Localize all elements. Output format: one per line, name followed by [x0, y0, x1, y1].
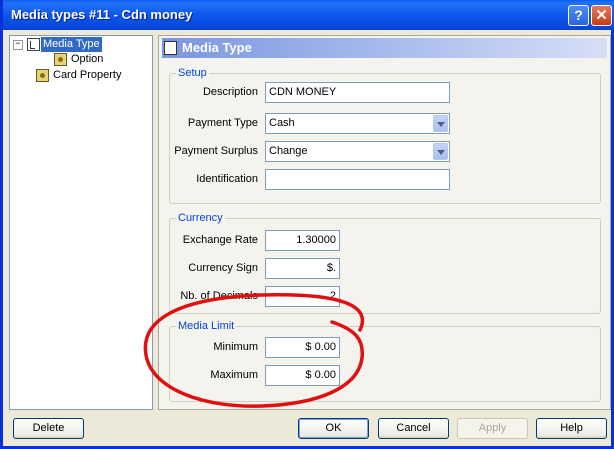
group-title: Currency [176, 212, 225, 224]
decimals-label: Nb. of Decimals [180, 290, 258, 302]
delete-button[interactable]: Delete [13, 418, 84, 439]
navigation-tree: − Media Type Option Card Property [9, 35, 153, 410]
panel-title: Media Type [182, 40, 252, 55]
identification-field[interactable] [265, 169, 450, 190]
dialog-window: Media types #11 - Cdn money ? ✕ − Media … [0, 0, 614, 449]
description-field[interactable]: CDN MONEY [265, 82, 450, 103]
description-label: Description [202, 86, 258, 98]
group-title: Media Limit [176, 320, 237, 332]
close-button[interactable]: ✕ [591, 5, 612, 26]
maximum-field[interactable]: $ 0.00 [265, 365, 340, 386]
payment-surplus-value: Change [269, 145, 308, 157]
document-icon [27, 38, 40, 51]
maximum-label: Maximum [210, 369, 258, 381]
payment-surplus-select[interactable]: Change [265, 141, 450, 162]
tree-item-label: Option [71, 53, 104, 65]
collapse-icon[interactable]: − [13, 40, 23, 50]
minimum-label: Minimum [213, 341, 258, 353]
help-title-button[interactable]: ? [568, 5, 589, 26]
exchange-rate-label: Exchange Rate [182, 234, 258, 246]
chevron-down-icon[interactable] [433, 115, 448, 132]
properties-panel: Media Type Setup Description CDN MONEY P… [158, 35, 611, 410]
ok-button[interactable]: OK [298, 418, 369, 439]
minimum-field[interactable]: $ 0.00 [265, 337, 340, 358]
card-property-icon [36, 69, 49, 82]
exchange-rate-field[interactable]: 1.30000 [265, 230, 340, 251]
payment-surplus-label: Payment Surplus [174, 145, 258, 157]
chevron-down-icon[interactable] [433, 143, 448, 160]
identification-label: Identification [196, 173, 258, 185]
decimals-field[interactable]: 2 [265, 286, 340, 307]
group-title: Setup [176, 67, 209, 79]
tree-item-label: Media Type [41, 37, 102, 52]
media-limit-group: Media Limit [169, 320, 601, 402]
tree-item-label: Card Property [53, 69, 122, 81]
currency-sign-label: Currency Sign [188, 262, 258, 274]
currency-sign-field[interactable]: $. [265, 258, 340, 279]
apply-button[interactable]: Apply [457, 418, 528, 439]
document-icon [164, 41, 177, 55]
payment-type-select[interactable]: Cash [265, 113, 450, 134]
option-card-icon [54, 53, 67, 66]
payment-type-label: Payment Type [187, 117, 258, 129]
panel-header: Media Type [162, 38, 607, 58]
help-button[interactable]: Help [536, 418, 607, 439]
payment-type-value: Cash [269, 117, 295, 129]
window-title: Media types #11 - Cdn money [11, 7, 193, 22]
title-bar[interactable]: Media types #11 - Cdn money ? ✕ [3, 0, 614, 30]
cancel-button[interactable]: Cancel [378, 418, 449, 439]
